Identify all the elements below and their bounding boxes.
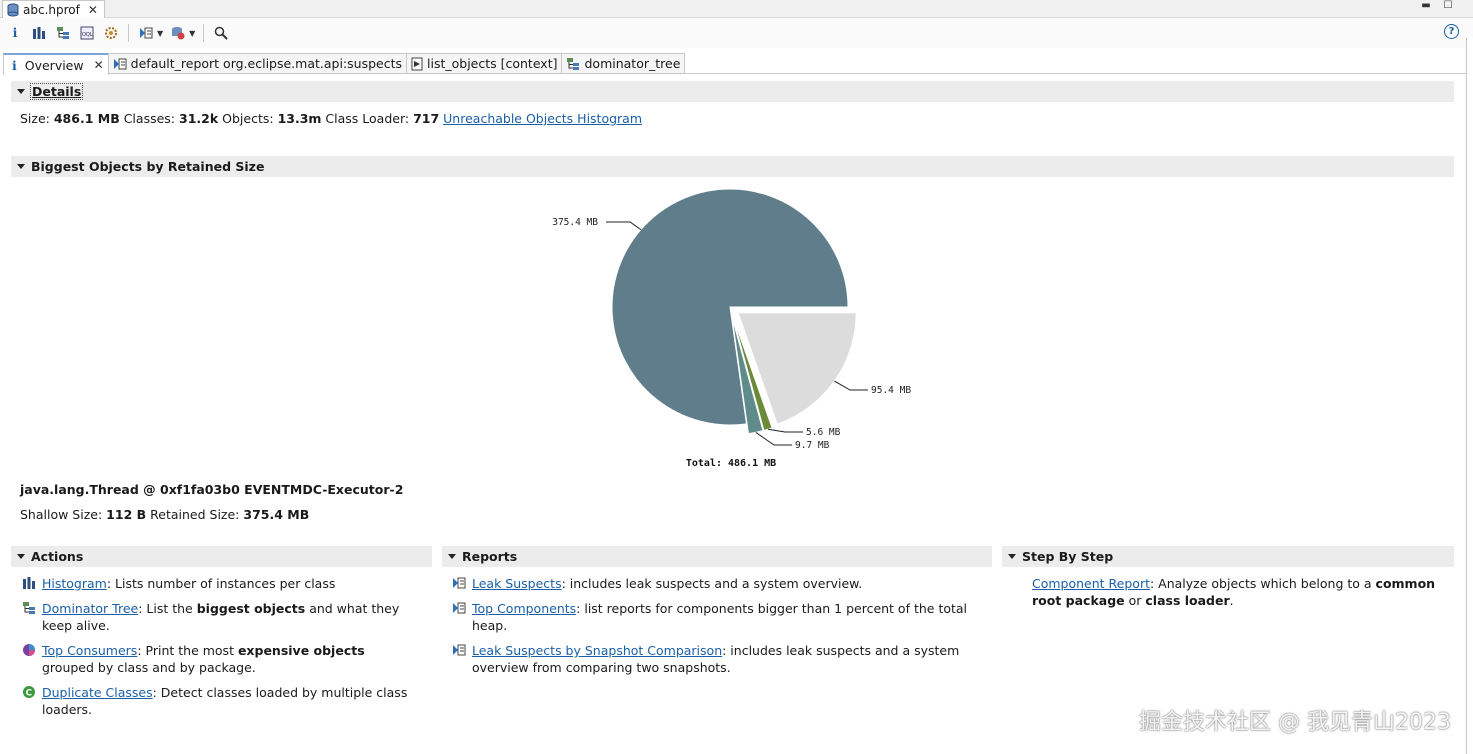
close-icon[interactable]: ✕ — [94, 58, 104, 72]
histogram-link[interactable]: Histogram — [42, 576, 107, 591]
histogram-icon[interactable] — [30, 24, 48, 42]
scrollbar[interactable] — [1466, 38, 1473, 754]
selected-object-name: java.lang.Thread @ 0xf1fa03b0 EVENTMDC-E… — [20, 482, 404, 497]
duplicate-classes-icon: C — [23, 686, 35, 699]
close-icon[interactable]: ✕ — [88, 3, 98, 17]
tab-label: default_report org.eclipse.mat.api:suspe… — [130, 56, 402, 71]
report-icon — [453, 602, 466, 614]
dominator-tree-icon[interactable] — [54, 24, 72, 42]
collapse-triangle-icon — [17, 164, 25, 169]
info-icon: i — [12, 57, 17, 73]
biggest-objects-title: Biggest Objects by Retained Size — [31, 159, 265, 174]
step-by-step-section-header[interactable]: Step By Step — [1002, 546, 1454, 567]
actions-list: Histogram: Lists number of instances per… — [22, 575, 417, 726]
svg-text:OQL: OQL — [82, 32, 93, 38]
biggest-objects-section-header[interactable]: Biggest Objects by Retained Size — [11, 156, 1454, 177]
pie-slice-label: 95.4 MB — [871, 385, 911, 396]
content-tab-bar: i Overview ✕ default_report org.eclipse.… — [3, 53, 1466, 75]
histogram-icon — [23, 577, 35, 589]
actions-title: Actions — [31, 549, 84, 564]
top-consumers-link[interactable]: Top Consumers — [42, 643, 137, 658]
tab-label: dominator_tree — [584, 56, 681, 71]
minimize-icon[interactable]: ▬ — [1419, 0, 1433, 14]
editor-tab-label: abc.hprof — [23, 2, 80, 17]
action-top-consumers: Top Consumers: Print the most expensive … — [22, 642, 417, 676]
step-by-step-body: Component Report: Analyze objects which … — [1032, 576, 1436, 608]
run-report-icon[interactable] — [137, 24, 155, 42]
dominator-tree-icon — [567, 57, 580, 70]
page-icon — [411, 57, 423, 70]
info-icon[interactable]: i — [6, 24, 24, 42]
tab-default-report[interactable]: default_report org.eclipse.mat.api:suspe… — [107, 53, 407, 73]
selected-object-sizes: Shallow Size: 112 B Retained Size: 375.4… — [20, 507, 310, 522]
heap-size-value: 486.1 MB — [53, 111, 120, 126]
pie-slice-label: 5.6 MB — [806, 427, 841, 438]
toolbar-separator — [128, 24, 129, 42]
maximize-icon[interactable]: ☐ — [1441, 0, 1455, 14]
tab-dominator-tree[interactable]: dominator_tree — [561, 53, 686, 73]
chevron-down-icon[interactable]: ▼ — [189, 29, 195, 38]
pie-leader-line — [755, 431, 792, 446]
classes-value: 31.2k — [179, 111, 219, 126]
details-summary: Size: 486.1 MB Classes: 31.2k Objects: 1… — [20, 111, 643, 126]
pie-leader-line — [834, 380, 868, 391]
duplicate-classes-link[interactable]: Duplicate Classes — [42, 685, 153, 700]
toolbar-separator — [203, 24, 205, 42]
collapse-triangle-icon — [17, 89, 25, 94]
tab-label: Overview — [24, 57, 84, 73]
reports-section-header[interactable]: Reports — [442, 546, 992, 567]
editor-tab-abc-hprof[interactable]: abc.hprof ✕ — [2, 0, 105, 18]
heap-dump-overview-icon[interactable] — [102, 24, 120, 42]
heap-dump-icon — [7, 3, 19, 16]
top-components-link[interactable]: Top Components — [472, 601, 576, 616]
pie-slice-label: 9.7 MB — [795, 440, 830, 451]
watermark: 掘金技术社区 @ 我见青山2023 — [1139, 710, 1451, 735]
report-top-components: Top Components: list reports for compone… — [452, 600, 987, 634]
dominator-tree-link[interactable]: Dominator Tree — [42, 601, 138, 616]
component-report-link[interactable]: Component Report — [1032, 576, 1150, 591]
pie-slice-label: 375.4 MB — [552, 217, 598, 228]
action-dominator-tree: Dominator Tree: List the biggest objects… — [22, 600, 417, 634]
collapse-triangle-icon — [1008, 554, 1016, 559]
reports-title: Reports — [462, 549, 518, 564]
pie-leader-line — [606, 221, 642, 231]
reports-list: Leak Suspects: includes leak suspects an… — [452, 575, 987, 684]
action-duplicate-classes: C Duplicate Classes: Detect classes load… — [22, 684, 417, 718]
report-icon — [453, 644, 466, 656]
details-title: Details — [29, 83, 84, 100]
search-icon[interactable] — [212, 24, 230, 42]
objects-value: 13.3m — [277, 111, 322, 126]
pie-total-label: Total: 486.1 MB — [686, 458, 776, 469]
svg-text:C: C — [26, 689, 33, 699]
tab-label: list_objects [context] — [427, 56, 558, 71]
details-section-header[interactable]: Details — [11, 81, 1454, 102]
tab-list-objects[interactable]: list_objects [context] — [406, 53, 563, 73]
query-browser-icon[interactable] — [169, 24, 187, 42]
report-icon — [453, 577, 466, 589]
report-leak-suspects: Leak Suspects: includes leak suspects an… — [452, 575, 987, 592]
action-histogram: Histogram: Lists number of instances per… — [22, 575, 417, 592]
chevron-down-icon[interactable]: ▼ — [157, 29, 163, 38]
unreachable-objects-link[interactable]: Unreachable Objects Histogram — [443, 111, 642, 126]
help-icon[interactable]: ? — [1444, 24, 1459, 39]
collapse-triangle-icon — [17, 554, 25, 559]
pie-leader-line — [767, 428, 803, 433]
actions-section-header[interactable]: Actions — [11, 546, 432, 567]
dominator-tree-icon — [23, 602, 35, 614]
snapshot-comparison-link[interactable]: Leak Suspects by Snapshot Comparison — [472, 643, 722, 658]
toolbar: i OQL ▼ ▼ — [0, 18, 1473, 48]
oql-icon[interactable]: OQL — [78, 24, 96, 42]
top-consumers-icon — [23, 644, 35, 656]
retained-size-pie-chart[interactable]: 375.4 MB 95.4 MB 5.6 MB 9.7 MB Total: 486.1… — [540, 182, 940, 474]
collapse-triangle-icon — [448, 554, 456, 559]
tab-overview[interactable]: i Overview ✕ — [3, 53, 109, 75]
class-loader-value: 717 — [413, 111, 440, 126]
step-by-step-title: Step By Step — [1022, 549, 1114, 564]
report-snapshot-comparison: Leak Suspects by Snapshot Comparison: in… — [452, 642, 987, 676]
report-icon — [113, 58, 127, 69]
leak-suspects-link[interactable]: Leak Suspects — [472, 576, 562, 591]
editor-tab-bar: abc.hprof ✕ ▬ ☐ — [0, 0, 1473, 18]
